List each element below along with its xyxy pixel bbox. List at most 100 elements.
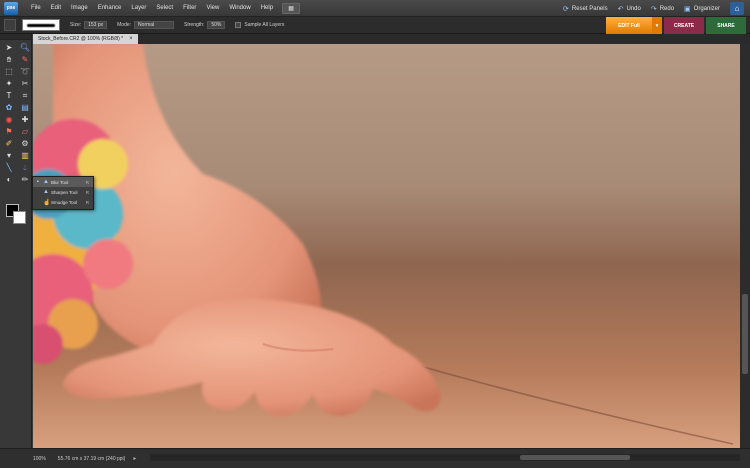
menu-list: File Edit Image Enhance Layer Select Fil… [26,0,278,17]
tool-options-bar: Size: 153 px Mode: Normal Strength: 50% … [0,17,750,34]
zoom-level[interactable]: 100% [33,456,46,462]
menu-help[interactable]: Help [256,0,278,17]
zoom-tool-icon[interactable]: 🔍︎ [19,42,31,53]
menu-filter[interactable]: Filter [178,0,201,17]
status-menu-arrow-icon[interactable]: ▸ [133,455,136,462]
grid-icon: ▦ [288,5,294,12]
blur-tool-flyout: • ▲ Blur Tool R ▲ Sharpen Tool R ☝ Smudg… [32,176,94,210]
selected-dot-icon: • [37,179,39,185]
reset-panels-label: Reset Panels [571,5,608,12]
straighten-tool-icon[interactable]: ▤ [19,102,31,113]
size-field[interactable]: 153 px [84,21,108,29]
reset-panels-button[interactable]: ⟳ Reset Panels [563,5,608,13]
drop-icon: ▲ [43,179,49,185]
status-bar: 100% 55.76 cm x 37.19 cm (240 ppi) ▸ [0,448,750,468]
gradient-tool-icon[interactable]: ▥ [19,150,31,161]
size-label: Size: [70,22,82,28]
sample-all-layers-label: Sample All Layers [244,22,285,28]
color-swatches [6,204,28,226]
crop-tool-icon[interactable]: ⌗ [19,90,31,101]
vertical-scroll-thumb[interactable] [742,294,748,374]
share-tab[interactable]: SHARE [706,17,746,34]
red-eye-tool-icon[interactable]: ◉ [3,114,15,125]
app-logo: pse [4,1,18,15]
strength-option: Strength: 50% [184,21,226,29]
flyout-key-blur: R [85,179,89,185]
create-tab[interactable]: CREATE [664,17,704,34]
tool-preset-picker[interactable] [4,19,16,31]
menu-edit[interactable]: Edit [46,0,66,17]
flyout-item-blur[interactable]: • ▲ Blur Tool R [33,177,93,187]
organizer-label: Organizer [693,5,720,12]
flyout-item-sharpen[interactable]: ▲ Sharpen Tool R [33,187,93,197]
photo-image [33,44,740,448]
menu-image[interactable]: Image [66,0,93,17]
close-icon[interactable]: × [129,36,133,42]
organizer-icon: ▣ [684,5,691,13]
workspace-layout-button[interactable]: ▦ [282,2,301,14]
horizontal-scrollbar[interactable] [150,454,740,461]
edit-mode-dropdown[interactable]: ▾ [652,17,662,34]
menu-file[interactable]: File [26,0,46,17]
healing-brush-tool-icon[interactable]: ✚ [19,114,31,125]
mode-select[interactable]: Normal [134,21,175,29]
sample-all-layers-checkbox[interactable] [235,22,242,28]
size-option: Size: 153 px [70,21,108,29]
flyout-key-sharpen: R [85,189,89,195]
tool-grid: ➤ 🔍︎ ✋︎ ✎ ⬚ ➰ ✦ ✂ T ⌗ ✿ ▤ ◉ ✚ ⚑ ▱ ✐ ⚙ ▾ … [0,40,31,185]
cookie-cutter-tool-icon[interactable]: ✿ [3,102,15,113]
smart-brush-tool-icon[interactable]: ⚙ [19,138,31,149]
redo-button[interactable]: ↷ Redo [651,5,674,13]
mode-buttons: EDIT Full ▾ CREATE SHARE [604,17,746,34]
sponge-tool-icon[interactable]: ◐ [3,174,15,185]
blur-tool-icon[interactable]: 💧︎ [19,162,31,173]
selection-brush-tool-icon[interactable]: ✂ [19,78,31,89]
redo-icon: ↷ [650,5,657,13]
eraser-tool-icon[interactable]: ▱ [19,126,31,137]
triangle-icon: ▲ [43,189,49,195]
menu-select[interactable]: Select [151,0,178,17]
clone-stamp-tool-icon[interactable]: ⚑ [3,126,15,137]
edit-full-tab[interactable]: EDIT Full [606,17,652,34]
eyedropper-tool-icon[interactable]: ✎ [19,54,31,65]
organizer-button[interactable]: ▣ Organizer [684,5,720,13]
flyout-item-smudge[interactable]: ☝ Smudge Tool R [33,197,93,207]
flyout-key-smudge: R [85,199,89,205]
vertical-scrollbar[interactable] [740,44,750,448]
document-tab-bar: Stock_Before.CR2 @ 100% (RGB/8) * × [33,34,750,44]
reset-icon: ⟳ [563,5,569,13]
undo-icon: ↶ [617,5,624,13]
horizontal-scroll-thumb[interactable] [520,455,630,460]
right-actions: ⟳ Reset Panels ↶ Undo ↷ Redo ▣ Organizer ⌂ [553,0,744,17]
menu-bar: pse File Edit Image Enhance Layer Select… [0,0,750,17]
menu-enhance[interactable]: Enhance [93,0,127,17]
type-tool-icon[interactable]: T [3,90,15,101]
marquee-tool-icon[interactable]: ⬚ [3,66,15,77]
brush-preview[interactable] [22,19,60,31]
mode-option: Mode: Normal [117,21,175,29]
undo-button[interactable]: ↶ Undo [618,5,641,13]
background-color-swatch[interactable] [13,211,26,224]
menu-window[interactable]: Window [224,0,255,17]
flyout-label-blur: Blur Tool [51,179,69,185]
menu-view[interactable]: View [201,0,224,17]
strength-label: Strength: [184,22,205,28]
mode-label: Mode: [117,22,132,28]
magic-wand-tool-icon[interactable]: ✦ [3,78,15,89]
shape-tool-icon[interactable]: ╲ [3,162,15,173]
menu-layer[interactable]: Layer [126,0,151,17]
home-button[interactable]: ⌂ [730,2,744,15]
hand-tool-icon[interactable]: ✋︎ [3,54,15,65]
document-tab[interactable]: Stock_Before.CR2 @ 100% (RGB/8) * × [33,34,138,44]
brush-tool-icon[interactable]: ✐ [3,138,15,149]
image-canvas[interactable] [33,44,740,448]
sample-all-layers-option[interactable]: Sample All Layers [235,22,284,28]
flyout-label-smudge: Smudge Tool [51,199,78,205]
strength-field[interactable]: 50% [207,21,226,29]
paint-bucket-tool-icon[interactable]: ▾ [3,150,15,161]
redo-label: Redo [659,5,675,12]
move-tool-icon[interactable]: ➤ [3,42,15,53]
undo-label: Undo [626,5,641,12]
pencil-tool-icon[interactable]: ✏ [19,174,31,185]
lasso-tool-icon[interactable]: ➰ [19,66,31,77]
